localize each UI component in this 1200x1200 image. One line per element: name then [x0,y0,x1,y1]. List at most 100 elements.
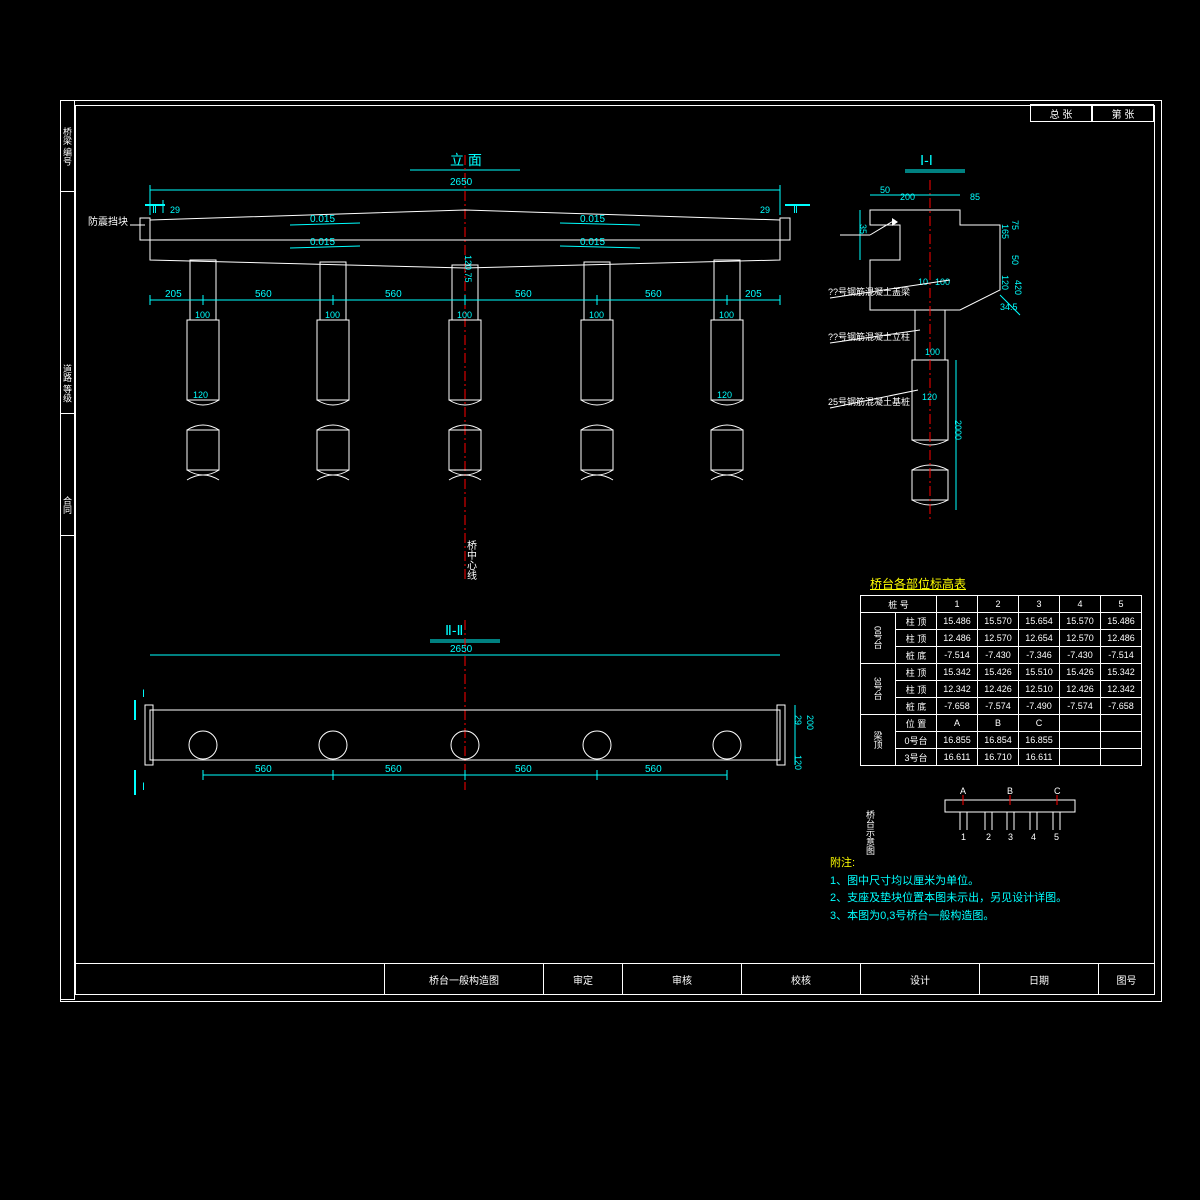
cell: 12.654 [1019,630,1060,647]
cB: B [978,715,1019,732]
notes-block: 附注: 1、图中尺寸均以厘米为单位。 2、支座及垫块位置本图未示出，另见设计详图… [830,855,1067,925]
cell: 15.342 [1101,664,1142,681]
cell: 12.570 [1060,630,1101,647]
plan-span-3: 560 [515,764,532,775]
cell: -7.430 [978,647,1019,664]
section-i-title: Ⅰ-Ⅰ [920,152,933,168]
cell: 15.654 [1019,613,1060,630]
svg-text:C: C [1054,786,1061,796]
plan-dim-120: 120 [793,755,803,770]
cell: 12.342 [937,681,978,698]
r4: 柱 顶 [896,664,937,681]
cell: -7.346 [1019,647,1060,664]
r3: 桩 底 [896,647,937,664]
plan-span-2: 560 [385,764,402,775]
svg-text:B: B [1007,786,1013,796]
cell: -7.514 [1101,647,1142,664]
dim-total-width: 2650 [450,177,473,188]
th4: 4 [1060,596,1101,613]
sec-dim-10: 10 [918,277,928,287]
sec-dim-165: 165 [1000,224,1010,239]
dim-edge-l: 205 [165,289,182,300]
section-i-marker-top: Ⅰ [142,689,145,700]
cell: 12.486 [1101,630,1142,647]
sketch-n5: 5 [1054,832,1059,842]
r2: 柱 顶 [896,630,937,647]
r9: 3号台 [896,749,937,766]
section-ii-marker-right: Ⅱ [793,205,798,216]
cell: 16.710 [978,749,1019,766]
cell: -7.574 [1060,698,1101,715]
section-i-marker-bot: Ⅰ [142,782,145,793]
sketch-n2: 2 [986,832,991,842]
plan-view: Ⅱ-Ⅱ 2650 Ⅰ Ⅰ 29 200 120 560 560 560 560 [135,620,815,795]
cell: -7.514 [937,647,978,664]
sec-dim-120: 120 [1000,275,1010,290]
dim-span-2: 560 [385,289,402,300]
pile-dim-120: 120 [193,390,208,400]
sec-dim-50: 50 [880,185,890,195]
elevation-view: 立 面 桥中心线 2650 防震挡块 0.015 0.015 0.015 0.0… [88,152,810,580]
cell: 12.570 [978,630,1019,647]
sec-dim-75: 75 [1010,220,1020,230]
grp-top: 梁顶 [861,715,896,766]
cell: 12.342 [1101,681,1142,698]
sec-dim-420: 420 [1013,280,1023,295]
elevation-table-title: 桥台各部位标高表 [870,575,966,592]
th1: 1 [937,596,978,613]
elevation-table: 桩 号12345 0号台柱 顶15.48615.57015.65415.5701… [860,595,1142,766]
cell: 16.611 [1019,749,1060,766]
seismic-block-right [780,218,790,240]
note-pile: 25号钢筋混凝土基桩 [828,396,910,407]
sketch-n4: 4 [1031,832,1036,842]
cell: 15.510 [1019,664,1060,681]
r5: 柱 顶 [896,681,937,698]
r6: 桩 底 [896,698,937,715]
cell: 15.486 [937,613,978,630]
dim-span-4: 560 [645,289,662,300]
edge-dim-right: 29 [760,205,770,215]
cA: A [937,715,978,732]
cell: 15.426 [1060,664,1101,681]
dim-span-1: 560 [255,289,272,300]
svg-text:A: A [960,786,966,796]
th2: 2 [978,596,1019,613]
abutment-sketch: A B C 1 2 3 4 5 [945,786,1075,842]
th5: 5 [1101,596,1142,613]
r1: 柱 顶 [896,613,937,630]
col-dim-100: 100 [719,310,734,320]
r8: 0号台 [896,732,937,749]
note-column: ??号钢筋混凝土立柱 [828,331,910,342]
dim-span-3: 560 [515,289,532,300]
col-dim-100: 100 [589,310,604,320]
cell: -7.658 [937,698,978,715]
cell: 15.570 [978,613,1019,630]
sec-dim-100b: 100 [925,347,940,357]
edge-dim-left: 29 [170,205,180,215]
plan-span-1: 560 [255,764,272,775]
plan-dim-200: 200 [805,715,815,730]
r7: 位 置 [896,715,937,732]
sketch-label: 桥台示意图 [865,809,875,856]
pile-dim-120: 120 [717,390,732,400]
sec-dim-200: 200 [900,192,915,202]
centerline-label: 桥中心线 [465,540,477,580]
section-ii-marker-left: Ⅱ [152,205,157,216]
th3: 3 [1019,596,1060,613]
cell: 16.855 [1019,732,1060,749]
cell: 12.426 [1060,681,1101,698]
cell: 16.611 [937,749,978,766]
cell: -7.490 [1019,698,1060,715]
cell: 15.486 [1101,613,1142,630]
cell: -7.658 [1101,698,1142,715]
cell: 15.426 [978,664,1019,681]
beam-height-dim: 120.75 [463,255,473,283]
note-1: 1、图中尺寸均以厘米为单位。 [830,875,979,887]
grp0: 0号台 [861,613,896,664]
sec-dim-85: 85 [970,192,980,202]
cell: 16.854 [978,732,1019,749]
seismic-label: 防震挡块 [88,215,128,228]
sketch-n3: 3 [1008,832,1013,842]
plan-span-4: 560 [645,764,662,775]
sketch-n1: 1 [961,832,966,842]
